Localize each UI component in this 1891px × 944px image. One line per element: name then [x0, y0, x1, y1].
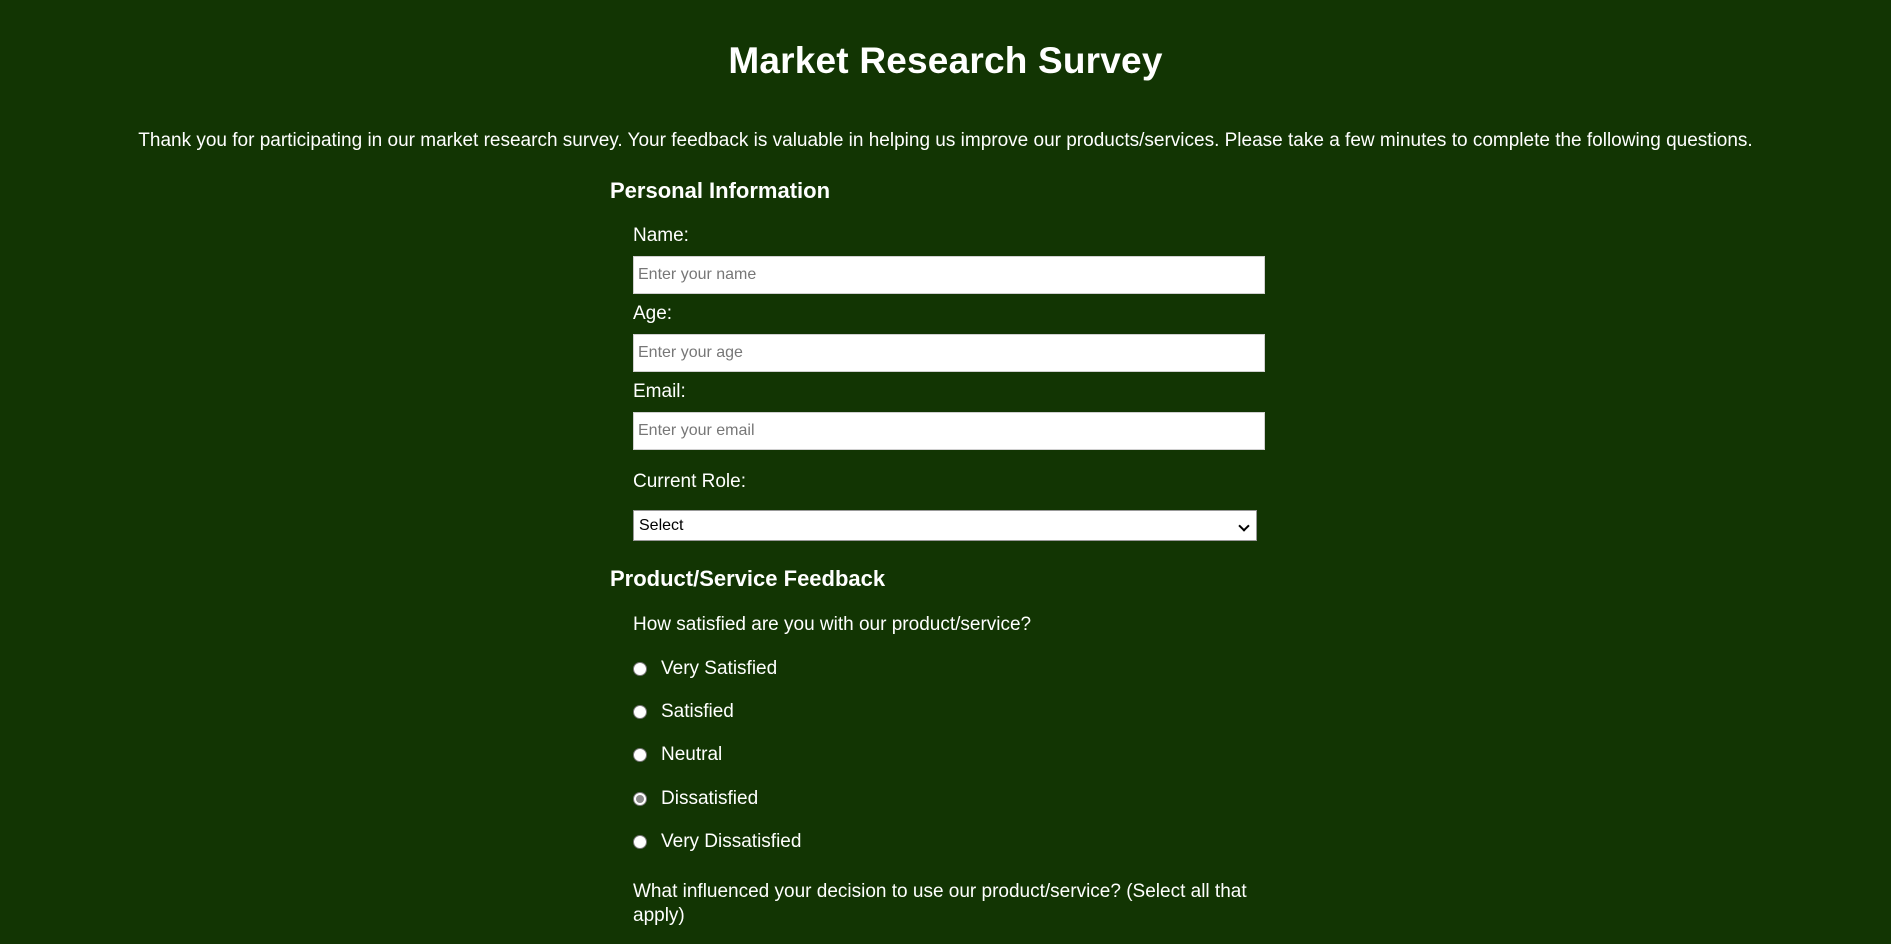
radio-option[interactable]: Neutral — [633, 743, 1290, 767]
feedback-fields: How satisfied are you with our product/s… — [610, 613, 1290, 928]
radio-label: Neutral — [661, 744, 723, 765]
radio-button[interactable] — [633, 705, 647, 719]
page-title: Market Research Survey — [728, 40, 1163, 81]
radio-label: Dissatisfied — [661, 788, 759, 809]
survey-page: Market Research Survey Thank you for par… — [0, 0, 1891, 944]
radio-option[interactable]: Very Satisfied — [633, 657, 1290, 681]
radio-label: Very Satisfied — [661, 658, 778, 679]
satisfaction-options: Very Satisfied Satisfied Neutral Dissati… — [633, 657, 1290, 854]
chevron-down-icon — [1238, 520, 1250, 532]
role-select[interactable]: Select — [633, 510, 1257, 541]
role-select-text: Select — [639, 517, 684, 534]
satisfaction-question: How satisfied are you with our product/s… — [633, 614, 1032, 635]
email-label: Email: — [633, 381, 686, 402]
feedback-heading: Product/Service Feedback — [610, 566, 886, 591]
radio-option[interactable]: Satisfied — [633, 700, 1290, 724]
radio-button[interactable] — [633, 748, 647, 762]
radio-button[interactable] — [633, 835, 647, 849]
survey-form: Personal Information Name: Age: Email: C… — [610, 176, 1290, 928]
age-input[interactable] — [633, 334, 1265, 372]
age-label: Age: — [633, 303, 673, 324]
intro-text: Thank you for participating in our marke… — [138, 130, 1753, 151]
role-label: Current Role: — [633, 471, 746, 492]
radio-option[interactable]: Dissatisfied — [633, 787, 1290, 811]
role-select-value[interactable]: Select — [633, 510, 1257, 541]
name-label: Name: — [633, 225, 689, 246]
name-input[interactable] — [633, 256, 1265, 294]
personal-info-heading: Personal Information — [610, 178, 831, 203]
personal-info-fields: Name: Age: Email: Current Role: Select — [610, 224, 1290, 541]
radio-button[interactable] — [633, 662, 647, 676]
radio-button[interactable] — [633, 792, 647, 806]
email-input[interactable] — [633, 412, 1265, 450]
radio-label: Satisfied — [661, 701, 734, 722]
influence-question: What influenced your decision to use our… — [633, 881, 1247, 926]
radio-label: Very Dissatisfied — [661, 831, 802, 852]
radio-option[interactable]: Very Dissatisfied — [633, 830, 1290, 854]
